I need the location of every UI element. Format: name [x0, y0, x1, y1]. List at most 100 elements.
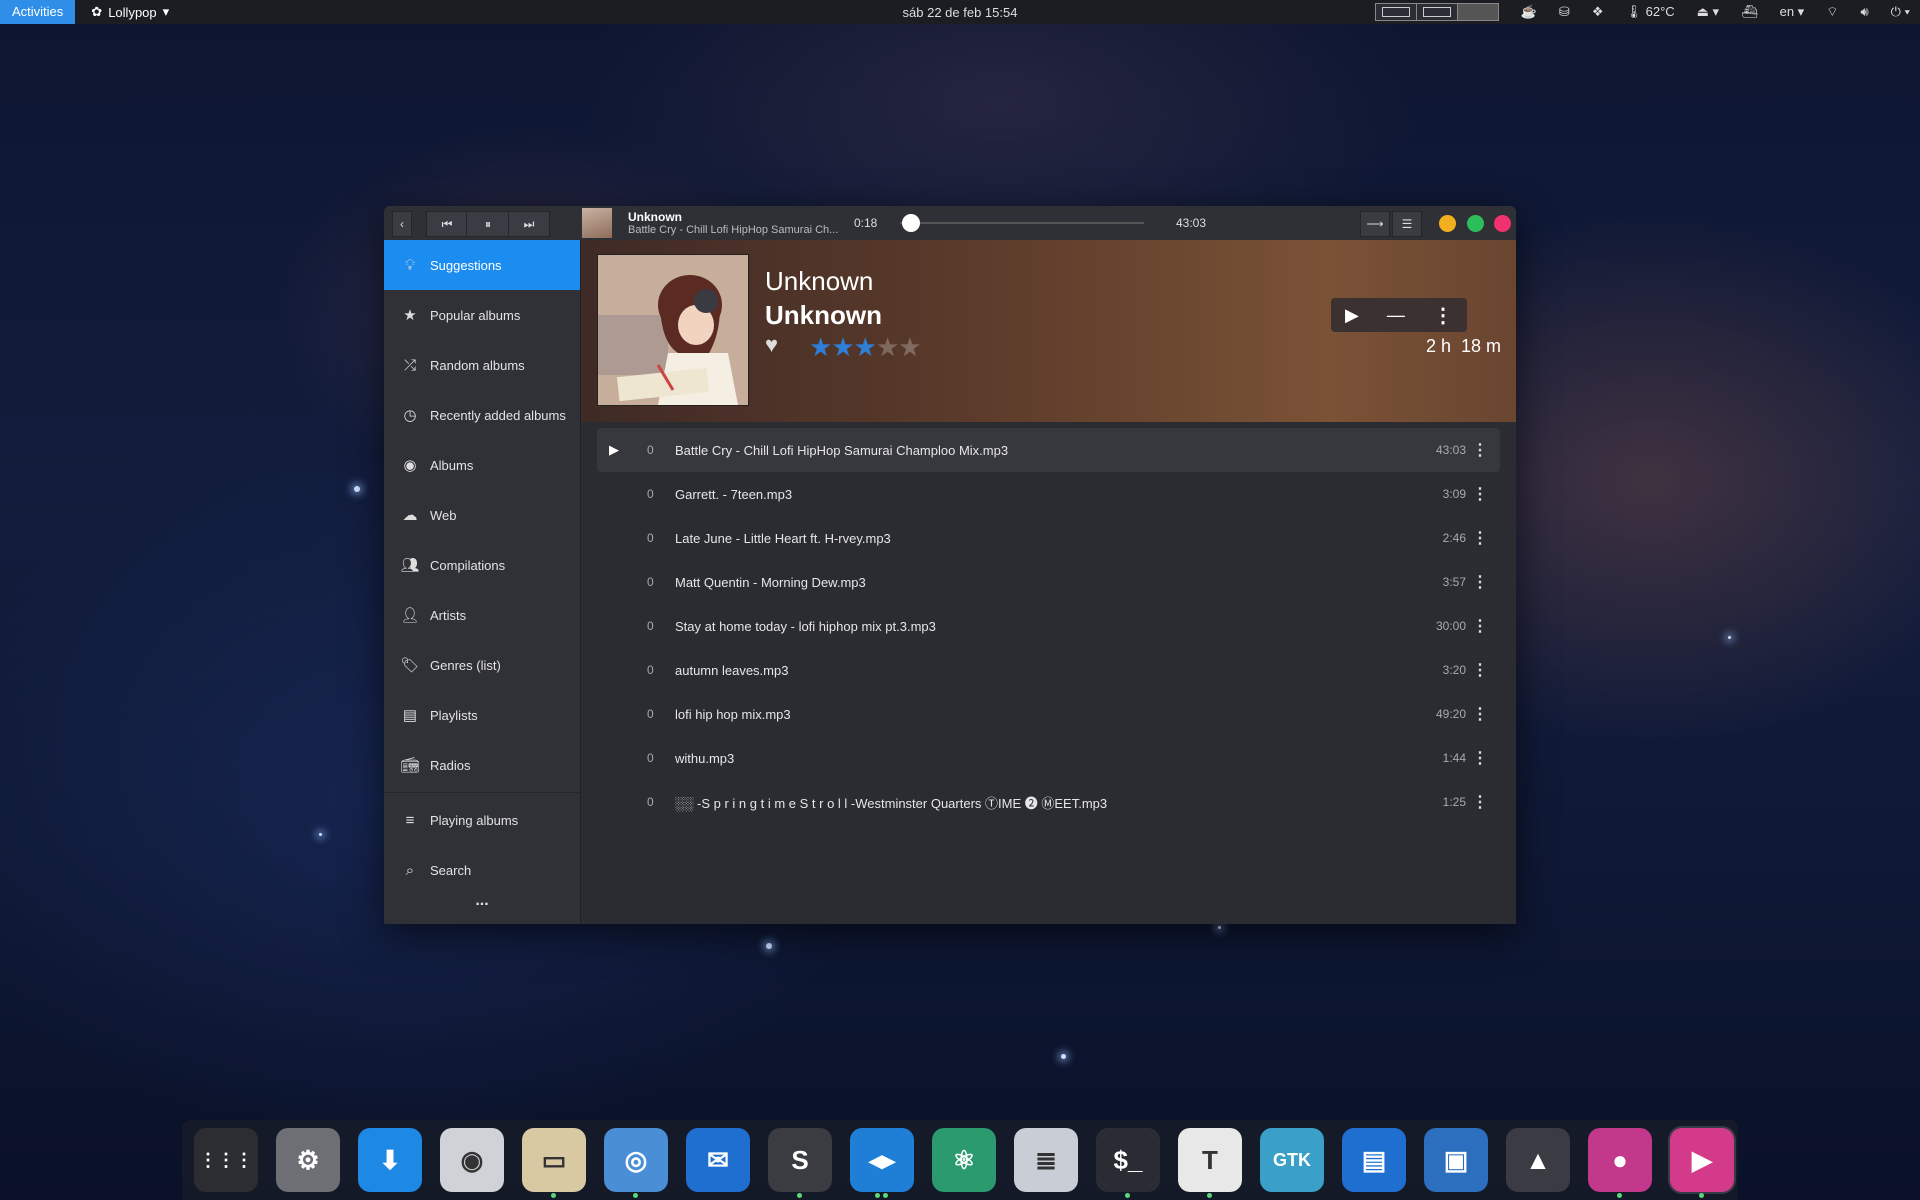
vscode-launcher[interactable]: ◂▸ [850, 1128, 914, 1198]
star-empty-icon[interactable]: ★ [876, 332, 899, 362]
rating-stars[interactable]: ★★★★★ [809, 332, 922, 363]
sidebar-item-compilations[interactable]: 👥︎ Compilations [384, 540, 580, 590]
files-launcher[interactable]: ▭ [522, 1128, 586, 1198]
now-playing-artist: Unknown [628, 210, 682, 224]
sidebar-item-playlists[interactable]: ▤ Playlists [384, 690, 580, 740]
app-menu-label: Lollypop [108, 4, 157, 20]
disks-launcher[interactable]: ▤ [1342, 1128, 1406, 1192]
previous-button[interactable]: ⏮ [426, 211, 468, 237]
docker-icon[interactable]: ⛴ [1741, 4, 1758, 20]
simplenote-launcher[interactable]: S [768, 1128, 832, 1198]
workspace-1[interactable] [1375, 4, 1417, 20]
sidebar-item-albums[interactable]: ◉ Albums [384, 440, 580, 490]
wifi-icon[interactable]: ⌔ [1826, 4, 1838, 20]
play-album-button[interactable]: ▶ [1345, 305, 1359, 326]
album-cover[interactable] [597, 254, 749, 406]
track-row[interactable]: 0 Garrett. - 7teen.mp3 3:09 ⋮ [597, 472, 1500, 516]
track-menu-button[interactable]: ⋮ [1472, 440, 1488, 460]
more-vertical-icon: ⋮ [1432, 304, 1453, 327]
eject-icon[interactable]: ⏏ ▾ [1697, 4, 1719, 20]
track-row[interactable]: 0 Stay at home today - lofi hiphop mix pt… [597, 604, 1500, 648]
sidebar-item-suggestions[interactable]: 💡︎ Suggestions [384, 240, 580, 290]
sidebar-item-search[interactable]: ⌕ Search [384, 845, 580, 895]
workspace-3[interactable] [1457, 4, 1498, 20]
remove-album-button[interactable]: — [1387, 305, 1405, 326]
thunderbird-launcher[interactable]: ✉ [686, 1128, 750, 1192]
downloader-launcher[interactable]: ⬇ [358, 1128, 422, 1192]
progress-knob[interactable] [901, 214, 920, 232]
track-menu-button[interactable]: ⋮ [1472, 572, 1488, 592]
power-icon[interactable]: ⏻ ▾ [1891, 4, 1910, 20]
dropbox-icon[interactable]: ❖ [1592, 4, 1604, 20]
star-filled-icon[interactable]: ★ [831, 332, 854, 362]
track-menu-button[interactable]: ⋮ [1472, 484, 1488, 504]
track-menu-button[interactable]: ⋮ [1472, 616, 1488, 636]
language-indicator[interactable]: en ▾ [1780, 4, 1805, 20]
track-row[interactable]: 0 lofi hip hop mix.mp3 49:20 ⋮ [597, 692, 1500, 736]
gradience-launcher[interactable]: ● [1588, 1128, 1652, 1198]
activities-button[interactable]: Activities [0, 0, 76, 24]
app-grid-icon: ⋮⋮⋮ [199, 1149, 253, 1170]
track-number: 0 [647, 663, 654, 677]
typora-launcher[interactable]: T [1178, 1128, 1242, 1198]
tweaks-launcher[interactable]: ◉ [440, 1128, 504, 1192]
star-empty-icon[interactable]: ★ [898, 332, 921, 362]
track-row[interactable]: 0 ░░ -S p r i n g t i m e S t r o l l -We… [597, 780, 1500, 824]
sidebar-item-recently-added[interactable]: ◷ Recently added albums [384, 390, 580, 440]
app-menu[interactable]: ✿ Lollypop ▾ [91, 4, 169, 20]
track-row[interactable]: 0 autumn leaves.mp3 3:20 ⋮ [597, 648, 1500, 692]
inkscape-launcher[interactable]: ▲ [1506, 1128, 1570, 1192]
maximize-button[interactable] [1467, 215, 1484, 232]
sidebar-item-genres[interactable]: 🏷︎ Genres (list) [384, 640, 580, 690]
close-button[interactable] [1494, 215, 1511, 232]
track-menu-button[interactable]: ⋮ [1472, 704, 1488, 724]
track-menu-button[interactable]: ⋮ [1472, 792, 1488, 812]
more-button[interactable]: ... [384, 892, 580, 910]
track-menu-button[interactable]: ⋮ [1472, 748, 1488, 768]
workspace-2[interactable] [1416, 4, 1458, 20]
sidebar-item-random-albums[interactable]: ⤮ Random albums [384, 340, 580, 390]
track-row[interactable]: ▶ 0 Battle Cry - Chill Lofi HipHop Samurai… [597, 428, 1500, 472]
playback-mode-button[interactable]: ⟶ [1360, 211, 1390, 237]
search-icon: ⌕ [405, 861, 415, 879]
track-menu-button[interactable]: ⋮ [1472, 660, 1488, 680]
gtk-inspector-launcher[interactable]: GTK [1260, 1128, 1324, 1192]
track-row[interactable]: 0 Matt Quentin - Morning Dew.mp3 3:57 ⋮ [597, 560, 1500, 604]
track-menu-button[interactable]: ⋮ [1472, 528, 1488, 548]
coffee-icon[interactable]: ☕ [1521, 4, 1537, 20]
sidebar-item-radios[interactable]: 📻︎ Radios [384, 740, 580, 790]
settings-launcher[interactable]: ⚙ [276, 1128, 340, 1192]
star-filled-icon[interactable]: ★ [809, 332, 832, 362]
disc-icon: ◉ [403, 457, 417, 474]
image-viewer-launcher[interactable]: ▣ [1424, 1128, 1488, 1192]
track-row[interactable]: 0 Late June - Little Heart ft. H-rvey.mp3… [597, 516, 1500, 560]
volume-icon[interactable]: 🔊︎ [1860, 4, 1868, 20]
atom-launcher[interactable]: ⚛ [932, 1128, 996, 1192]
album-menu-button[interactable]: ⋮ [1433, 303, 1453, 328]
track-row[interactable]: 0 withu.mp3 1:44 ⋮ [597, 736, 1500, 780]
album-title: Unknown [765, 300, 882, 330]
minimize-button[interactable] [1439, 215, 1456, 232]
next-button[interactable]: ⏭ [508, 211, 550, 237]
sidebar-item-playing-albums[interactable]: ≡ Playing albums [384, 795, 580, 845]
hdd-icon[interactable]: ⛁ [1559, 4, 1570, 20]
back-button[interactable]: ‹ [392, 211, 412, 237]
sidebar-item-web[interactable]: ☁ Web [384, 490, 580, 540]
pause-button[interactable]: ⏸ [466, 211, 510, 237]
track-duration: 43:03 [1435, 443, 1466, 457]
progress-slider[interactable] [900, 214, 1144, 232]
terminal-launcher[interactable]: $_ [1096, 1128, 1160, 1198]
text-editor-launcher[interactable]: ≣ [1014, 1128, 1078, 1192]
sidebar-item-popular-albums[interactable]: ★ Popular albums [384, 290, 580, 340]
lollypop-launcher[interactable]: ▶ [1668, 1126, 1736, 1198]
app-grid-launcher[interactable]: ⋮⋮⋮ [194, 1128, 258, 1192]
now-playing-thumbnail[interactable] [582, 208, 612, 238]
temperature-indicator[interactable]: 🌡︎ 62°C [1625, 4, 1674, 20]
workspace-switcher[interactable] [1374, 3, 1499, 21]
star-filled-icon[interactable]: ★ [854, 332, 877, 362]
chromium-launcher[interactable]: ◎ [604, 1128, 668, 1198]
favorite-button[interactable]: ♥ [765, 332, 778, 358]
sidebar-item-artists[interactable]: 👤︎ Artists [384, 590, 580, 640]
track-title: withu.mp3 [675, 750, 735, 766]
main-menu-button[interactable]: ☰ [1392, 211, 1422, 237]
